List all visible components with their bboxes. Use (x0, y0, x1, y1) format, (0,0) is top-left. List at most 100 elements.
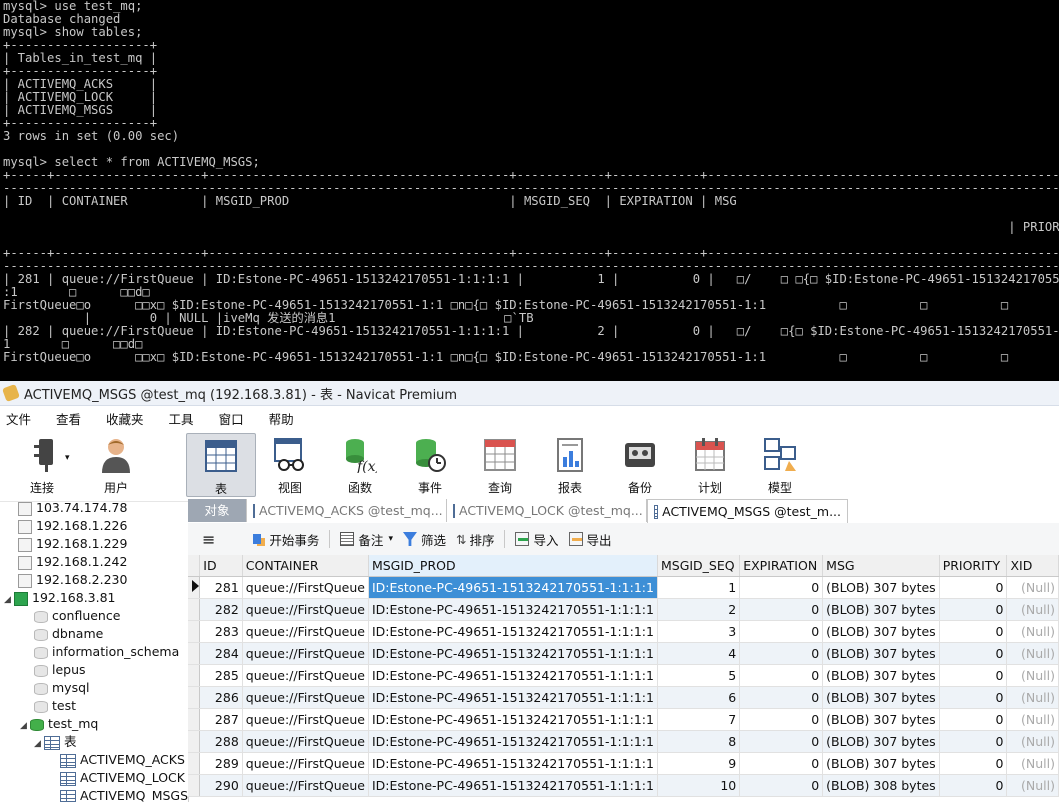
cell-xid[interactable]: (Null) (1006, 598, 1059, 621)
table-row[interactable]: 284 queue://FirstQueue ID:Estone-PC-49651-… (188, 642, 1059, 665)
tab-activemq-lock[interactable]: ACTIVEMQ_LOCK @test_mq... (447, 499, 647, 522)
cell-msgid-prod[interactable]: ID:Estone-PC-49651-1513242170551-1:1:1:1 (368, 598, 658, 621)
cell-xid[interactable]: (Null) (1006, 620, 1059, 643)
schedule-button[interactable]: 计划 (676, 433, 744, 495)
table-row[interactable]: 287 queue://FirstQueue ID:Estone-PC-49651-… (188, 708, 1059, 731)
cell-id[interactable]: 289 (199, 752, 243, 775)
row-gutter[interactable] (188, 576, 201, 599)
tree-connection-192-168-2-230[interactable]: 192.168.2.230 (18, 571, 127, 589)
cell-priority[interactable]: 0 (939, 752, 1008, 775)
table-row[interactable]: 289 queue://FirstQueue ID:Estone-PC-49651-… (188, 752, 1059, 775)
cell-msgid-prod[interactable]: ID:Estone-PC-49651-1513242170551-1:1:1:1 (368, 642, 658, 665)
report-button[interactable]: 报表 (536, 433, 604, 495)
column-header-xid[interactable]: XID (1006, 555, 1059, 577)
menu-view[interactable]: 查看 (50, 409, 92, 428)
cell-msg[interactable]: (BLOB) 308 bytes (822, 774, 940, 797)
cell-id[interactable]: 286 (199, 686, 243, 709)
cell-msg[interactable]: (BLOB) 307 bytes (822, 752, 940, 775)
row-gutter[interactable] (188, 708, 201, 731)
menu-help[interactable]: 帮助 (263, 409, 305, 428)
cell-msg[interactable]: (BLOB) 307 bytes (822, 598, 940, 621)
cell-msgid-seq[interactable]: 7 (657, 708, 741, 731)
cell-msgid-seq[interactable]: 8 (657, 730, 741, 753)
tab-activemq-msgs[interactable]: ACTIVEMQ_MSGS @test_m... (647, 499, 848, 523)
cell-container[interactable]: queue://FirstQueue (242, 598, 369, 621)
tree-table-activemq-lock[interactable]: ACTIVEMQ_LOCK (60, 769, 185, 787)
row-gutter[interactable] (188, 774, 201, 797)
cell-id[interactable]: 281 (199, 576, 243, 599)
column-header-msg[interactable]: MSG (822, 555, 940, 577)
menu-window[interactable]: 窗口 (213, 409, 255, 428)
table-row[interactable]: 282 queue://FirstQueue ID:Estone-PC-49651-… (188, 598, 1059, 621)
row-gutter[interactable] (188, 686, 201, 709)
data-grid[interactable]: ID CONTAINER MSGID_PROD MSGID_SEQ EXPIRA… (188, 555, 1059, 802)
sort-button[interactable]: ⇅ 排序 (456, 530, 495, 549)
cell-expiration[interactable]: 0 (739, 752, 824, 775)
cell-expiration[interactable]: 0 (739, 642, 824, 665)
tree-db-information-schema[interactable]: information_schema (34, 643, 179, 661)
cell-msgid-seq[interactable]: 4 (657, 642, 741, 665)
mysql-terminal[interactable]: mysql> use test_mq; Database changed mys… (0, 0, 1059, 381)
cell-msgid-seq[interactable]: 5 (657, 664, 741, 687)
cell-xid[interactable]: (Null) (1006, 576, 1059, 599)
table-row[interactable]: 283 queue://FirstQueue ID:Estone-PC-49651-… (188, 620, 1059, 643)
table-row[interactable]: 288 queue://FirstQueue ID:Estone-PC-49651-… (188, 730, 1059, 753)
tree-connection-192-168-1-226[interactable]: 192.168.1.226 (18, 517, 127, 535)
tree-db-test[interactable]: test (34, 697, 76, 715)
cell-msgid-seq[interactable]: 2 (657, 598, 741, 621)
column-header-msgid-prod[interactable]: MSGID_PROD (368, 555, 658, 577)
tab-activemq-acks[interactable]: ACTIVEMQ_ACKS @test_mq... (247, 499, 447, 522)
cell-id[interactable]: 288 (199, 730, 243, 753)
cell-msgid-prod[interactable]: ID:Estone-PC-49651-1513242170551-1:1:1:1 (368, 664, 658, 687)
model-button[interactable]: 模型 (746, 433, 814, 495)
table-button[interactable]: 表 (186, 433, 256, 497)
cell-priority[interactable]: 0 (939, 576, 1008, 599)
cell-msgid-prod[interactable]: ID:Estone-PC-49651-1513242170551-1:1:1:1 (368, 774, 658, 797)
tree-db-mysql[interactable]: mysql (34, 679, 90, 697)
column-header-container[interactable]: CONTAINER (242, 555, 369, 577)
tab-objects[interactable]: 对象 (188, 499, 247, 522)
filter-button[interactable]: 筛选 (402, 530, 446, 549)
tree-table-activemq-acks[interactable]: ACTIVEMQ_ACKS (60, 751, 185, 769)
table-row[interactable]: 285 queue://FirstQueue ID:Estone-PC-49651-… (188, 664, 1059, 687)
menu-tools[interactable]: 工具 (163, 409, 205, 428)
export-button[interactable]: 导出 (568, 530, 612, 549)
cell-expiration[interactable]: 0 (739, 598, 824, 621)
tree-connection-192-168-1-242[interactable]: 192.168.1.242 (18, 553, 127, 571)
cell-id[interactable]: 287 (199, 708, 243, 731)
cell-msg[interactable]: (BLOB) 307 bytes (822, 686, 940, 709)
column-header-id[interactable]: ID (199, 555, 243, 577)
cell-xid[interactable]: (Null) (1006, 708, 1059, 731)
cell-xid[interactable]: (Null) (1006, 752, 1059, 775)
backup-button[interactable]: 备份 (606, 433, 674, 495)
cell-msg[interactable]: (BLOB) 307 bytes (822, 664, 940, 687)
table-row[interactable]: 281 queue://FirstQueue ID:Estone-PC-49651-… (188, 576, 1059, 599)
cell-msgid-seq[interactable]: 6 (657, 686, 741, 709)
tree-tables-folder[interactable]: ◢ 表 (34, 733, 77, 751)
cell-msgid-prod[interactable]: ID:Estone-PC-49651-1513242170551-1:1:1:1 (368, 730, 658, 753)
user-button[interactable]: 用户 (82, 433, 150, 495)
cell-expiration[interactable]: 0 (739, 686, 824, 709)
tree-connection-103-74-174-78[interactable]: 103.74.174.78 (18, 499, 127, 517)
cell-container[interactable]: queue://FirstQueue (242, 730, 369, 753)
cell-priority[interactable]: 0 (939, 774, 1008, 797)
cell-priority[interactable]: 0 (939, 686, 1008, 709)
row-gutter[interactable] (188, 730, 201, 753)
cell-id[interactable]: 290 (199, 774, 243, 797)
cell-container[interactable]: queue://FirstQueue (242, 620, 369, 643)
cell-id[interactable]: 284 (199, 642, 243, 665)
cell-container[interactable]: queue://FirstQueue (242, 774, 369, 797)
cell-msgid-prod[interactable]: ID:Estone-PC-49651-1513242170551-1:1:1:1 (368, 708, 658, 731)
cell-expiration[interactable]: 0 (739, 664, 824, 687)
cell-msg[interactable]: (BLOB) 307 bytes (822, 620, 940, 643)
tree-db-test-mq[interactable]: ◢ test_mq (20, 715, 98, 733)
cell-expiration[interactable]: 0 (739, 620, 824, 643)
query-button[interactable]: 查询 (466, 433, 534, 495)
row-gutter[interactable] (188, 620, 201, 643)
tree-db-dbname[interactable]: dbname (34, 625, 103, 643)
tree-table-activemq-msgs[interactable]: ACTIVEMQ_MSGS (60, 787, 188, 802)
cell-msg[interactable]: (BLOB) 307 bytes (822, 730, 940, 753)
view-button[interactable]: 视图 (256, 433, 324, 495)
cell-container[interactable]: queue://FirstQueue (242, 642, 369, 665)
cell-msg[interactable]: (BLOB) 307 bytes (822, 708, 940, 731)
